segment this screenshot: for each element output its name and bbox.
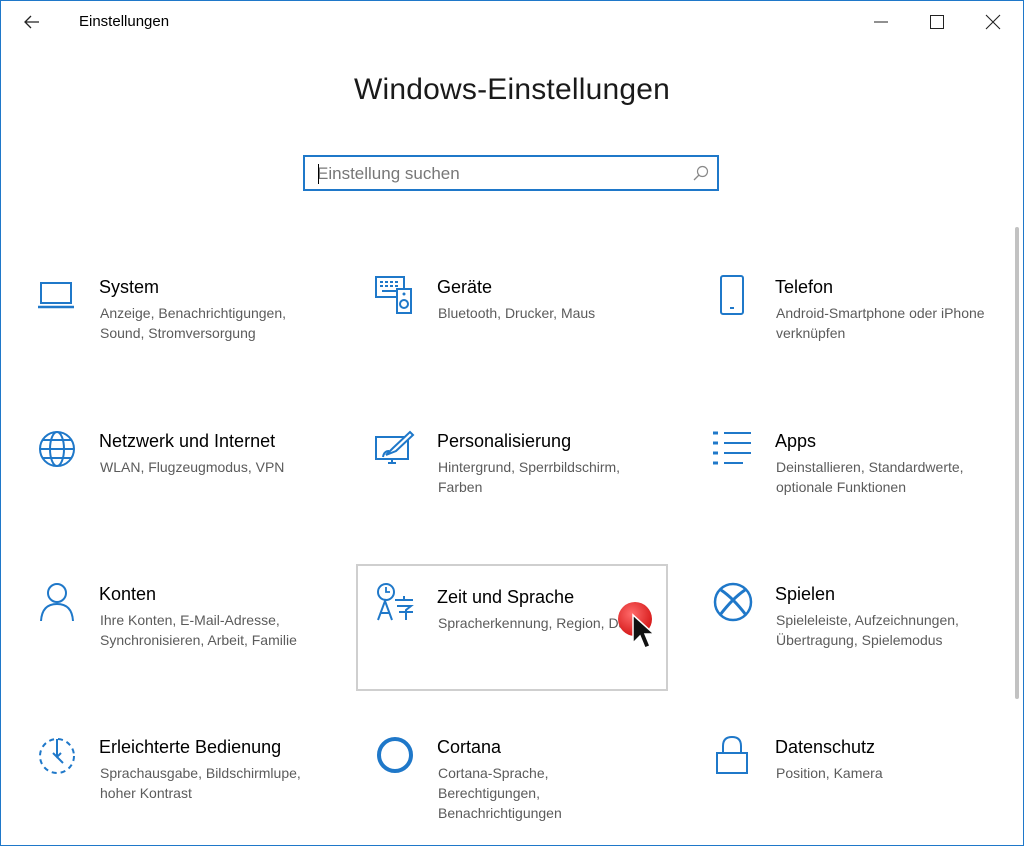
maximize-icon	[930, 15, 944, 29]
phone-icon	[720, 275, 744, 315]
tile-title: Zeit und Sprache	[437, 587, 575, 607]
devices-icon	[375, 276, 412, 314]
tile-title: Geräte	[437, 277, 493, 297]
tile-apps[interactable]: Apps Deinstallieren, Standardwerte, opti…	[695, 417, 1005, 543]
settings-window: Einstellungen Windows-Einstellungen Eins…	[0, 0, 1024, 846]
title-bar: Einstellungen	[1, 1, 1023, 43]
tile-devices[interactable]: Geräte Bluetooth, Drucker, Maus	[357, 263, 667, 389]
tile-title: Telefon	[775, 277, 834, 297]
tile-description: Position, Kamera	[776, 765, 883, 781]
tile-title: Konten	[99, 584, 157, 604]
tile-privacy[interactable]: Datenschutz Position, Kamera	[695, 723, 1005, 845]
tile-ease-of-access[interactable]: Erleichterte Bedienung Sprachausgabe, Bi…	[19, 723, 329, 845]
tile-description: Deinstallieren, Standardwerte, optionale…	[776, 459, 964, 495]
tile-title: Erleichterte Bedienung	[99, 737, 282, 757]
app-title: Einstellungen	[79, 13, 170, 30]
tile-description: Bluetooth, Drucker, Maus	[438, 305, 596, 321]
ease-of-access-icon	[39, 738, 75, 774]
tile-description: Android-Smartphone oder iPhone verknüpfe…	[776, 305, 985, 341]
paint-icon	[375, 430, 415, 464]
tile-title: Apps	[775, 431, 817, 451]
tile-description: Ihre Konten, E-Mail-Adresse, Synchronisi…	[100, 612, 297, 648]
scrollbar[interactable]	[1015, 227, 1019, 699]
person-icon	[40, 583, 74, 622]
arrow-left-icon	[24, 15, 39, 29]
close-button[interactable]	[965, 1, 1021, 43]
maximize-button[interactable]	[909, 1, 965, 43]
globe-icon	[39, 431, 75, 467]
text-caret	[318, 164, 319, 184]
laptop-icon	[38, 282, 74, 309]
search-box[interactable]	[303, 155, 719, 191]
tile-phone[interactable]: Telefon Android-Smartphone oder iPhone v…	[695, 263, 1005, 389]
tile-title: Datenschutz	[775, 737, 876, 757]
tile-title: Netzwerk und Internet	[99, 431, 276, 451]
tile-description: Anzeige, Benachrichtigungen, Sound, Stro…	[100, 305, 287, 341]
tile-description: Sprachausgabe, Bildschirmlupe, hoher Kon…	[100, 765, 301, 801]
tile-system[interactable]: System Anzeige, Benachrichtigungen, Soun…	[19, 263, 329, 389]
search-icon[interactable]	[693, 165, 709, 181]
page-title: Windows-Einstellungen	[353, 73, 671, 106]
tile-accounts[interactable]: Konten Ihre Konten, E-Mail-Adresse, Sync…	[19, 570, 329, 696]
close-icon	[985, 14, 1001, 30]
tile-personalization[interactable]: Personalisierung Hintergrund, Sperrbilds…	[357, 417, 667, 543]
xbox-icon	[713, 582, 753, 622]
tile-network[interactable]: Netzwerk und Internet WLAN, Flugzeugmodu…	[19, 417, 329, 543]
tile-title: Spielen	[775, 584, 836, 604]
time-language-icon	[377, 583, 414, 621]
tile-description: WLAN, Flugzeugmodus, VPN	[100, 459, 285, 475]
back-button[interactable]	[15, 5, 49, 39]
apps-list-icon	[713, 431, 751, 465]
tile-description: Spieleleiste, Aufzeichnungen, Übertragun…	[776, 612, 959, 648]
tile-description: Hintergrund, Sperrbildschirm, Farben	[438, 459, 621, 495]
search-input[interactable]	[317, 163, 677, 185]
tile-title: Personalisierung	[437, 431, 572, 451]
tile-title: Cortana	[437, 737, 502, 757]
minimize-icon	[874, 21, 888, 23]
tile-gaming[interactable]: Spielen Spieleleiste, Aufzeichnungen, Üb…	[695, 570, 1005, 696]
tile-description: Cortana-Sprache, Berechtigungen, Benachr…	[438, 765, 562, 821]
mouse-pointer-icon	[632, 613, 655, 649]
cortana-icon	[377, 737, 413, 773]
tile-cortana[interactable]: Cortana Cortana-Sprache, Berechtigungen,…	[357, 723, 667, 845]
lock-icon	[716, 735, 748, 774]
tile-title: System	[99, 277, 160, 297]
minimize-button[interactable]	[853, 1, 909, 43]
